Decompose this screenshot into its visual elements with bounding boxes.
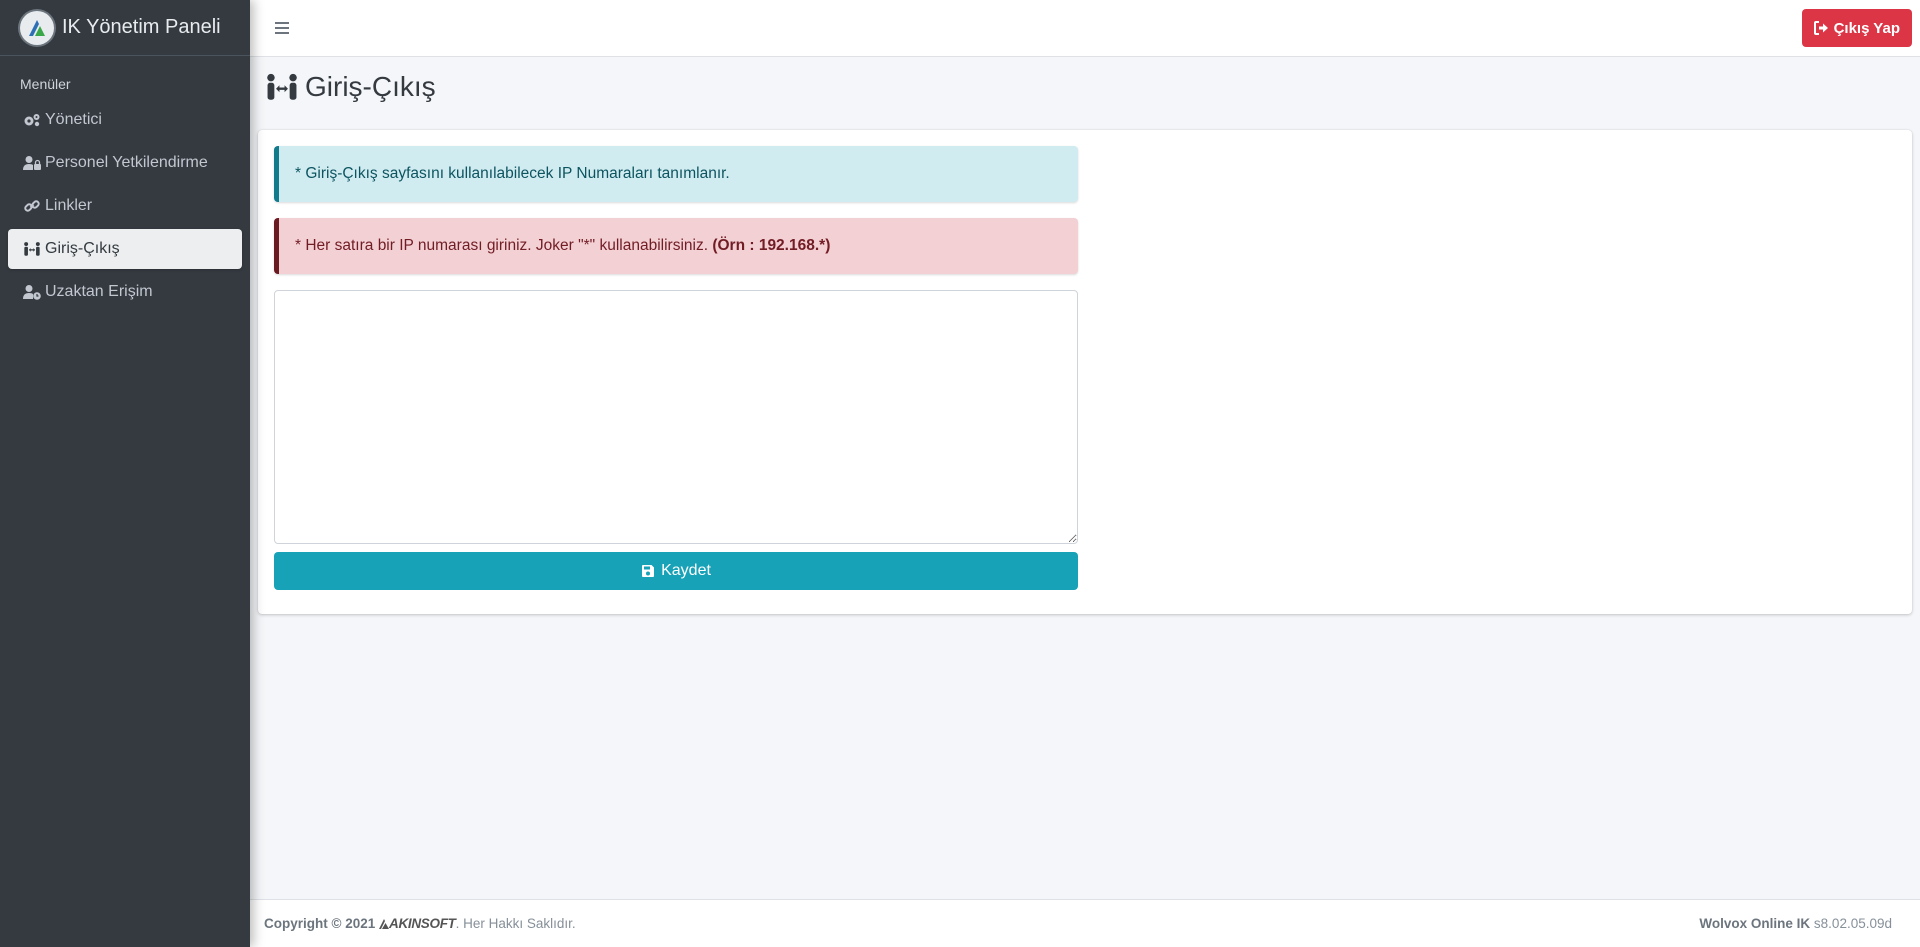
ip-list-textarea[interactable] [274,290,1078,544]
footer-copyright: Copyright © 2021 [264,916,376,931]
sidebar-item-linkler[interactable]: Linkler [8,186,242,226]
save-button[interactable]: Kaydet [274,552,1078,590]
menu-header: Menüler [20,76,71,92]
footer-product: Wolvox Online IK [1699,916,1811,931]
logout-button[interactable]: Çıkış Yap [1801,9,1912,47]
sidebar-item-label: Yönetici [45,111,102,128]
footer: Copyright © 2021 AKINSOFT. Her Hakkı Sak… [250,899,1920,947]
menu-toggle-icon[interactable] [275,18,295,38]
sidebar: IK Yönetim Paneli Menüler Yönetici Perso… [0,0,250,947]
people-arrows-icon [23,240,41,258]
logout-label: Çıkış Yap [1833,19,1900,37]
page-title-text: Giriş-Çıkış [305,71,436,102]
brand-title: IK Yönetim Paneli [62,16,221,38]
brand-logo-icon [20,10,54,45]
footer-right: Wolvox Online IK s8.02.05.09d [1699,916,1892,931]
user-clock-icon [23,283,41,301]
footer-company-logo: AKINSOFT [379,916,456,931]
sidebar-item-yonetici[interactable]: Yönetici [8,100,242,140]
footer-version: s8.02.05.09d [1813,916,1892,931]
danger-alert-text: * Her satıra bir IP numarası giriniz. Jo… [295,237,709,254]
sidebar-item-personel-yetkilendirme[interactable]: Personel Yetkilendirme [8,143,242,183]
user-lock-icon [23,154,41,172]
topbar: Çıkış Yap [250,0,1920,57]
ip-settings-card: * Giriş-Çıkış sayfasını kullanılabilecek… [258,130,1912,614]
footer-rights: . Her Hakkı Saklıdır. [455,916,576,931]
sidebar-item-uzaktan-erisim[interactable]: Uzaktan Erişim [8,272,242,312]
danger-alert: * Her satıra bir IP numarası giriniz. Jo… [274,218,1078,274]
brand-link[interactable]: IK Yönetim Paneli [0,0,250,56]
sign-out-icon [1813,21,1829,35]
link-icon [23,197,41,215]
save-icon [641,564,655,578]
danger-alert-example: (Örn : 192.168.*) [712,237,831,254]
info-alert: * Giriş-Çıkış sayfasını kullanılabilecek… [274,146,1078,202]
sidebar-item-label: Personel Yetkilendirme [45,154,208,171]
content-wrapper: Giriş-Çıkış * Giriş-Çıkış sayfasını kull… [250,57,1920,899]
info-alert-text: * Giriş-Çıkış sayfasını kullanılabilecek… [295,165,730,182]
sidebar-item-label: Giriş-Çıkış [45,240,120,257]
sidebar-item-giris-cikis[interactable]: Giriş-Çıkış [8,229,242,269]
footer-left: Copyright © 2021 AKINSOFT. Her Hakkı Sak… [264,916,576,931]
people-arrows-icon [265,73,299,101]
sidebar-item-label: Uzaktan Erişim [45,283,153,300]
footer-company: AKINSOFT [389,916,456,931]
cogs-icon [23,111,41,129]
save-label: Kaydet [661,562,711,579]
page-title: Giriş-Çıkış [250,57,1920,117]
sidebar-item-label: Linkler [45,197,93,214]
